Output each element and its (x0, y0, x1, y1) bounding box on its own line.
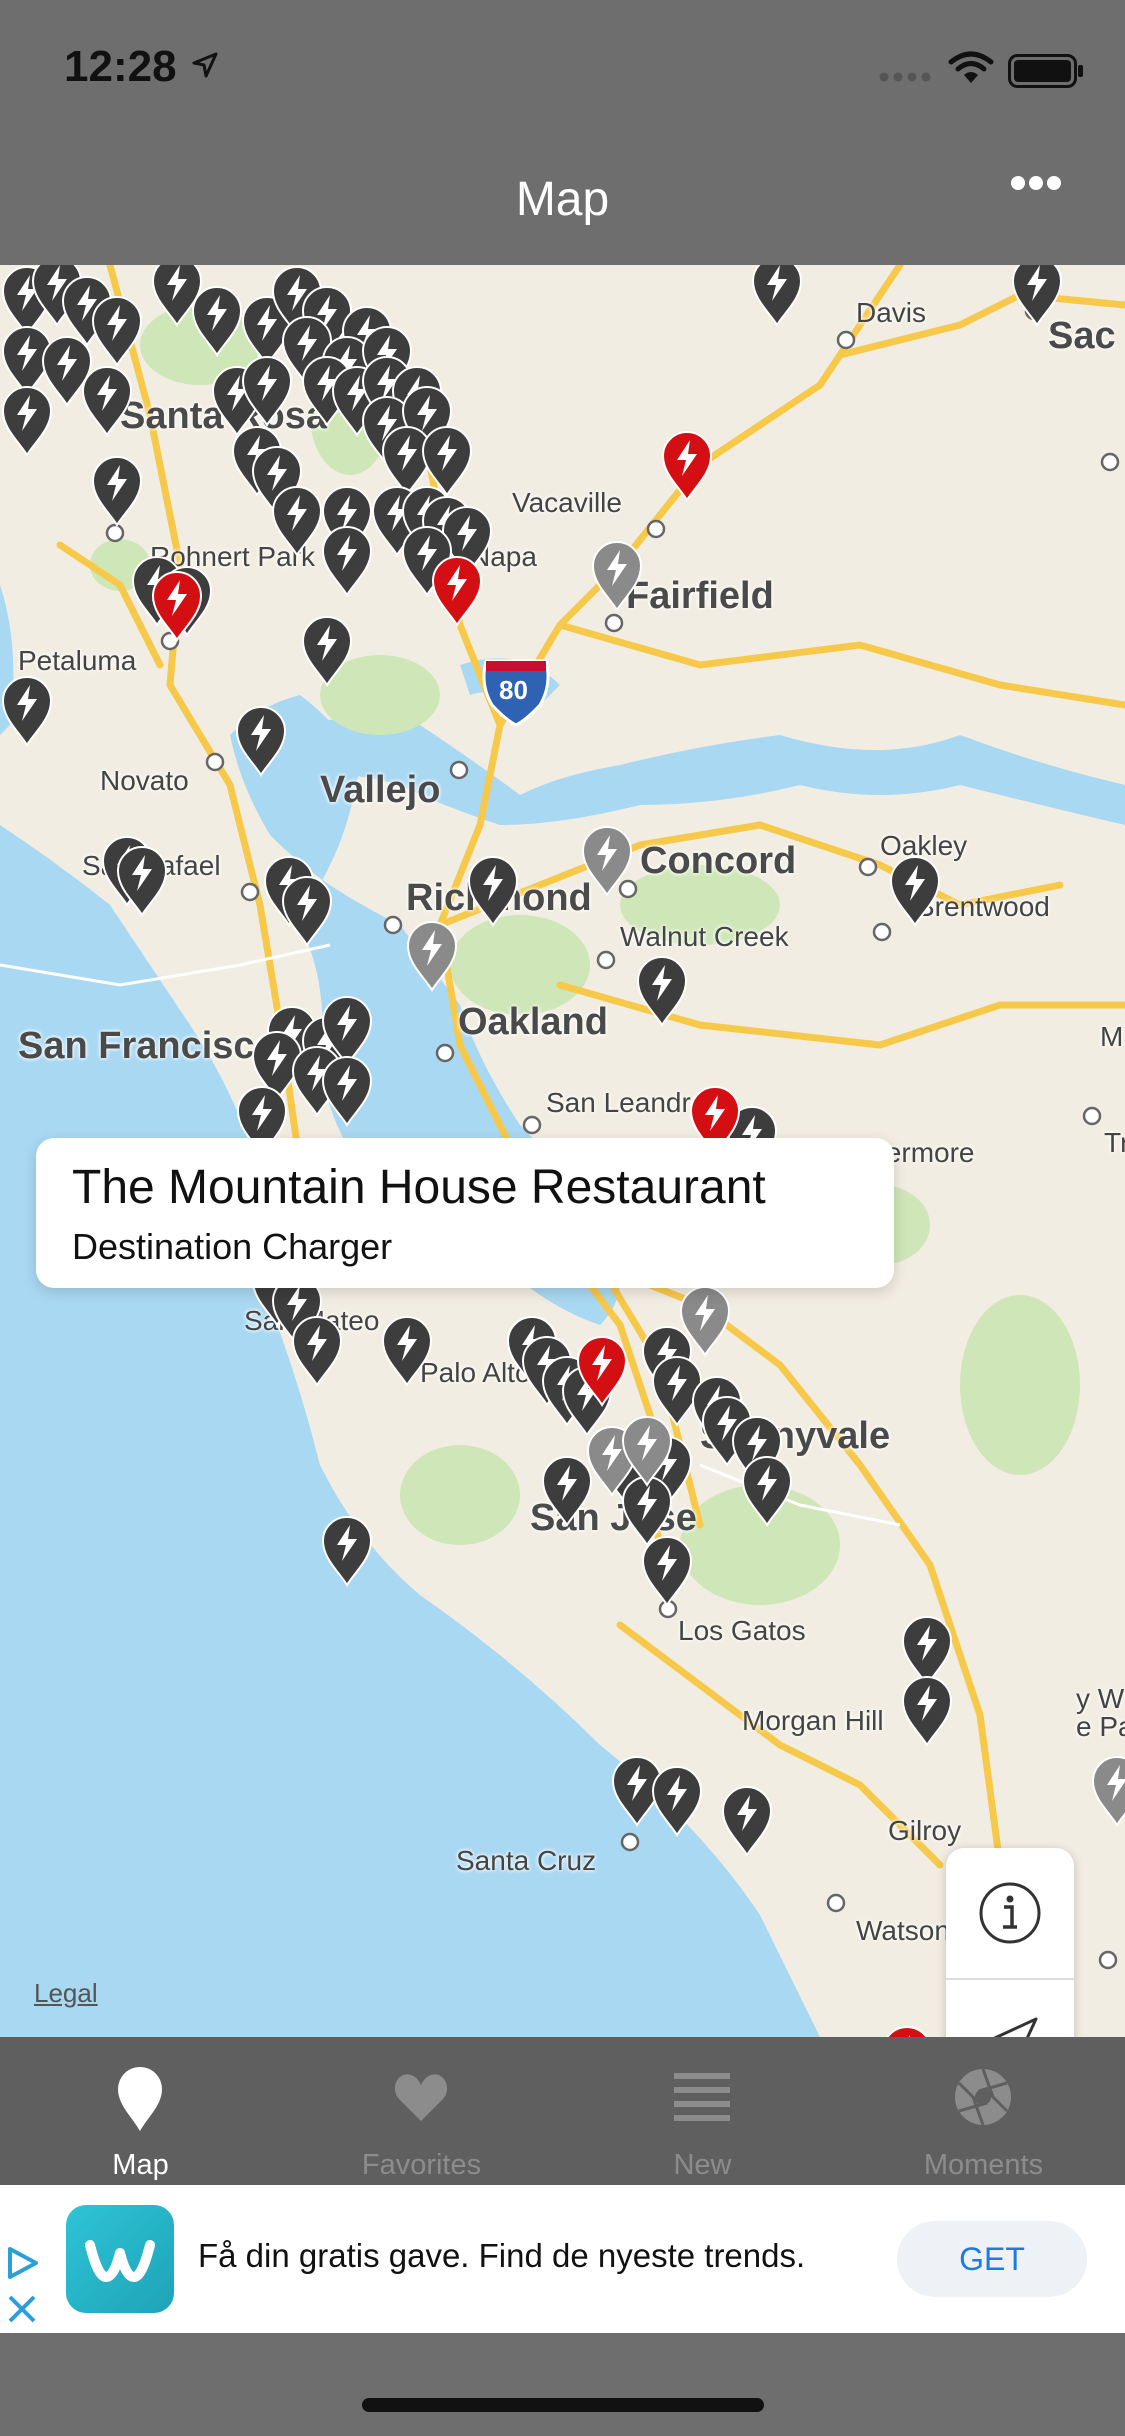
charger-callout[interactable]: The Mountain House Restaurant Destinatio… (36, 1138, 894, 1288)
navigation-bar: Map (0, 140, 1125, 265)
status-bar: 12:28 (0, 0, 1125, 140)
city-label: Petaluma (18, 645, 137, 676)
charger-pin-icon[interactable] (590, 540, 644, 612)
city-label: Tr (1104, 1127, 1125, 1158)
status-time: 12:28 (64, 42, 177, 91)
home-indicator[interactable] (362, 2398, 764, 2412)
wish-app-logo (66, 2205, 174, 2313)
charger-pin-icon[interactable] (880, 2025, 934, 2037)
legal-link[interactable]: Legal (34, 1978, 98, 2009)
location-services-icon (192, 52, 218, 78)
charger-pin-icon[interactable] (750, 265, 804, 327)
tab-new[interactable]: New (562, 2037, 843, 2185)
city-label: San Leandro (546, 1087, 707, 1118)
charger-pin-icon[interactable] (90, 455, 144, 527)
city-label: Concord (640, 840, 797, 882)
charger-pin-icon[interactable] (575, 1335, 629, 1407)
city-label: Vacaville (512, 487, 622, 518)
tab-map[interactable]: Map (0, 2037, 281, 2185)
tab-label: Moments (923, 2149, 1044, 2181)
heart-icon (394, 2074, 448, 2121)
charger-pin-icon[interactable] (380, 1315, 434, 1387)
charger-pin-icon[interactable] (115, 845, 169, 917)
charger-pin-icon[interactable] (320, 1515, 374, 1587)
map-pin-icon (118, 2067, 162, 2131)
more-options-icon[interactable] (1010, 175, 1062, 191)
charger-pin-icon[interactable] (405, 920, 459, 992)
close-ad-icon[interactable] (0, 2287, 44, 2331)
city-label: Vallejo (320, 769, 441, 811)
charger-pin-icon[interactable] (0, 675, 54, 747)
city-label: Davis (856, 297, 927, 328)
page-title: Map (515, 173, 610, 226)
location-arrow-icon (993, 2017, 1038, 2037)
charger-pin-icon[interactable] (0, 385, 54, 457)
tab-bar: Map Favorites New Moments (0, 2037, 1125, 2185)
callout-title: The Mountain House Restaurant (72, 1161, 766, 1214)
charger-pin-icon[interactable] (90, 295, 144, 367)
map-controls (946, 1848, 1074, 2037)
charger-pin-icon[interactable] (240, 355, 294, 427)
charger-pin-icon[interactable] (234, 705, 288, 777)
battery-icon (1008, 54, 1083, 88)
tab-label: Map (112, 2149, 169, 2181)
charger-pin-icon[interactable] (466, 855, 520, 927)
city-label: San Francisco (18, 1025, 278, 1067)
charger-pin-icon[interactable] (320, 525, 374, 597)
charger-pin-icon[interactable] (620, 1415, 674, 1487)
city-label: Fairfield (626, 575, 774, 617)
charger-pin-icon[interactable] (580, 825, 634, 897)
charger-pin-icon[interactable] (888, 855, 942, 927)
list-icon (674, 2073, 730, 2121)
city-label: Los Gatos (678, 1615, 806, 1646)
interstate-label: 80 (499, 675, 528, 705)
map-view[interactable]: 80 Davis Sac Santa Rosa Vacaville Rohner… (0, 265, 1125, 2037)
charger-pin-icon[interactable] (660, 430, 714, 502)
city-label: Gilroy (888, 1815, 962, 1846)
aperture-icon (955, 2068, 1011, 2126)
charger-pin-icon[interactable] (290, 1315, 344, 1387)
charger-pin-icon[interactable] (720, 1785, 774, 1857)
info-button[interactable] (946, 1848, 1074, 1978)
ad-choices-icon (8, 2247, 38, 2279)
charger-pin-icon[interactable] (270, 485, 324, 557)
tab-favorites[interactable]: Favorites (281, 2037, 562, 2185)
home-area (0, 2333, 1125, 2436)
charger-pin-icon[interactable] (640, 1535, 694, 1607)
ad-banner[interactable]: Få din gratis gave. Find de nyeste trend… (0, 2185, 1125, 2333)
city-label: Oakland (458, 1001, 608, 1043)
tab-label: Favorites (361, 2149, 482, 2181)
city-label: M (1100, 1021, 1124, 1052)
ad-text: Få din gratis gave. Find de nyeste trend… (198, 2237, 806, 2274)
charger-pin-icon[interactable] (80, 365, 134, 437)
callout-subtitle: Destination Charger (72, 1226, 393, 1267)
info-icon (979, 1882, 1041, 1944)
wifi-icon (948, 51, 994, 83)
charger-pin-icon[interactable] (1010, 265, 1064, 327)
ad-choices[interactable] (0, 2241, 44, 2333)
ad-get-button[interactable]: GET (897, 2221, 1087, 2297)
city-label: Novato (100, 765, 189, 796)
city-label: e Pa (1076, 1711, 1125, 1742)
charger-pin-icon[interactable] (635, 955, 689, 1027)
tab-label: New (673, 2149, 732, 2181)
charger-pin-icon[interactable] (280, 875, 334, 947)
city-label: Santa Cruz (456, 1845, 597, 1876)
charger-pin-icon[interactable] (678, 1285, 732, 1357)
locate-me-button[interactable] (946, 1978, 1074, 2037)
charger-pin-icon[interactable] (1090, 1755, 1125, 1827)
city-label: Morgan Hill (742, 1705, 884, 1736)
charger-pin-icon[interactable] (430, 555, 484, 627)
charger-pin-icon[interactable] (190, 285, 244, 357)
tab-moments[interactable]: Moments (843, 2037, 1124, 2185)
charger-pin-icon[interactable] (740, 1455, 794, 1527)
charger-pin-icon[interactable] (900, 1675, 954, 1747)
charger-pin-icon[interactable] (320, 1055, 374, 1127)
charger-pin-icon[interactable] (150, 570, 204, 642)
charger-pin-icon[interactable] (300, 615, 354, 687)
cellular-signal-icon (879, 72, 931, 82)
city-label: Walnut Creek (620, 921, 789, 952)
charger-pin-icon[interactable] (650, 1765, 704, 1837)
